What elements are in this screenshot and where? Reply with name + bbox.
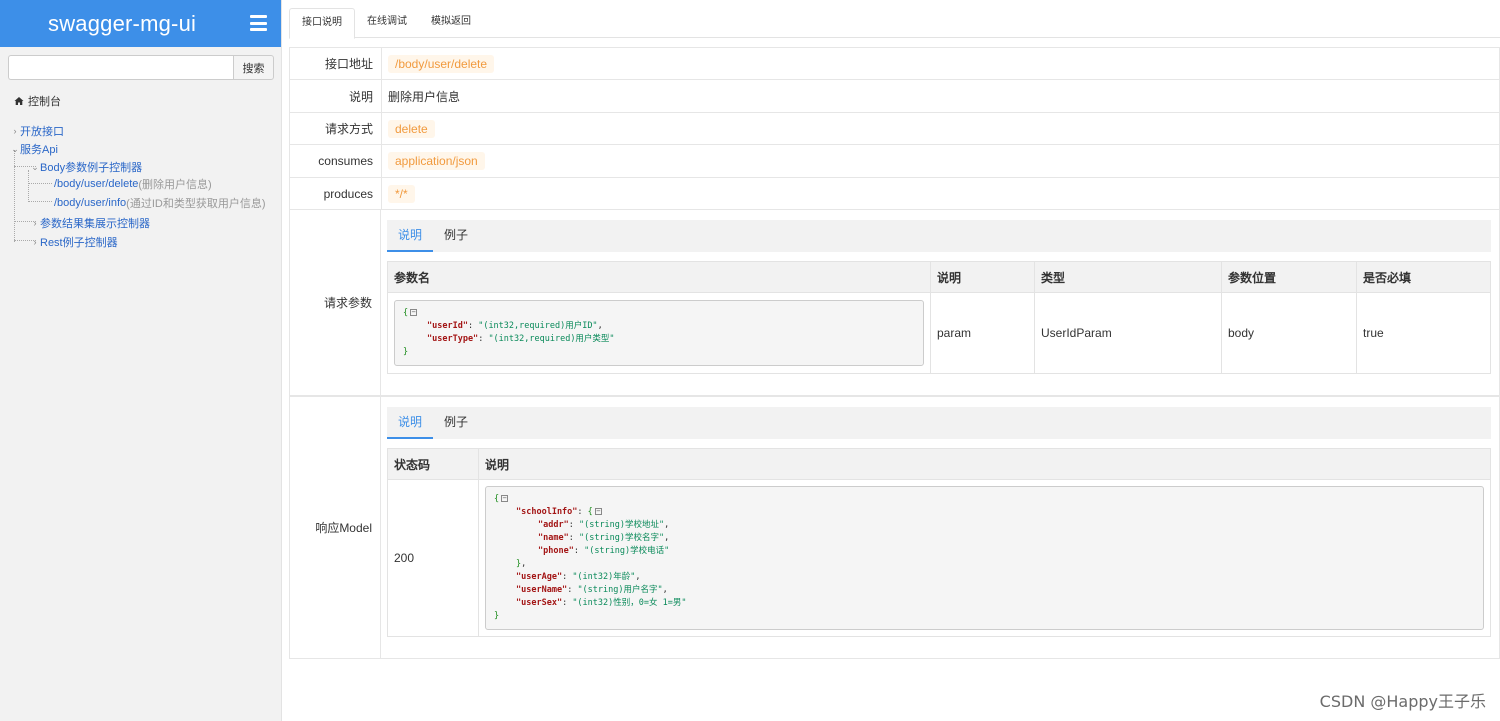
- tree-label[interactable]: Rest例子控制器: [40, 234, 118, 250]
- chevron-down-icon: ⌄: [31, 161, 39, 172]
- col-status-code: 状态码: [387, 448, 479, 480]
- value-consumes: application/json: [388, 152, 485, 170]
- brand-header: swagger-mg-ui: [0, 0, 281, 47]
- col-required: 是否必填: [1356, 261, 1491, 293]
- tree-label[interactable]: Body参数例子控制器: [40, 159, 142, 175]
- table-row: 200 {− "schoolInfo": {− "addr": "(string…: [387, 479, 1491, 637]
- menu-icon[interactable]: [250, 15, 267, 31]
- search-bar: 搜索: [8, 55, 274, 80]
- api-doc-table: 接口地址 /body/user/delete 说明 删除用户信息 请求方式 de…: [289, 47, 1500, 659]
- tree-item-open-api[interactable]: › 开放接口: [10, 123, 65, 139]
- value-produces: */*: [388, 184, 415, 203]
- request-subtabs: 说明 例子: [387, 220, 1491, 252]
- tree-label[interactable]: /body/user/delete: [54, 178, 138, 190]
- tab-req-desc[interactable]: 说明: [387, 220, 434, 252]
- label-produces: produces: [290, 178, 382, 209]
- tab-mock[interactable]: 模拟返回: [419, 8, 483, 38]
- request-params-table: 参数名 说明 类型 参数位置 是否必填 {− "userId": "(int32…: [387, 261, 1491, 374]
- tree-label[interactable]: 服务Api: [20, 141, 58, 157]
- row-consumes: consumes application/json: [290, 145, 1499, 178]
- label-request-params: 请求参数: [290, 210, 381, 395]
- tree-item-info[interactable]: /body/user/info (通过ID和类型获取用户信息): [54, 195, 265, 211]
- row-request-params: 请求参数 说明 例子 参数名 说明 类型 参数位置 是否必填 {− "user…: [290, 210, 1499, 396]
- table-row: {− "userId": "(int32,required)用户ID", "us…: [387, 292, 1491, 374]
- tree-item-result-controller[interactable]: › 参数结果集展示控制器: [30, 215, 151, 231]
- cell-required: true: [1356, 292, 1491, 374]
- dashboard-label: 控制台: [28, 96, 61, 108]
- chevron-right-icon: ›: [33, 237, 37, 247]
- cell-type: UserIdParam: [1034, 292, 1222, 374]
- col-resp-desc: 说明: [478, 448, 1491, 480]
- collapse-icon[interactable]: −: [501, 495, 509, 502]
- sidebar: swagger-mg-ui 搜索 控制台 › 开放接口 ⌄ 服务Api ⌄ Bo…: [0, 0, 282, 721]
- row-address: 接口地址 /body/user/delete: [290, 48, 1499, 80]
- col-position: 参数位置: [1221, 261, 1357, 293]
- request-json: {− "userId": "(int32,required)用户ID", "us…: [394, 300, 924, 366]
- search-button[interactable]: 搜索: [233, 55, 274, 80]
- row-produces: produces */*: [290, 178, 1499, 210]
- col-param-name: 参数名: [387, 261, 931, 293]
- row-desc: 说明 删除用户信息: [290, 80, 1499, 113]
- label-method: 请求方式: [290, 113, 382, 144]
- brand-title: swagger-mg-ui: [48, 10, 197, 36]
- tree-item-service-api[interactable]: ⌄ 服务Api: [10, 141, 58, 157]
- response-subtabs: 说明 例子: [387, 407, 1491, 439]
- cell-position: body: [1221, 292, 1357, 374]
- label-consumes: consumes: [290, 145, 382, 177]
- tree-label[interactable]: /body/user/info: [54, 197, 126, 209]
- tree-desc: (删除用户信息): [138, 179, 212, 191]
- value-desc: 删除用户信息: [388, 89, 461, 104]
- cell-status-code: 200: [387, 479, 479, 637]
- tree-desc: (通过ID和类型获取用户信息): [126, 198, 266, 210]
- search-input[interactable]: [8, 55, 233, 80]
- chevron-right-icon: ›: [33, 218, 37, 228]
- response-table: 状态码 说明 200 {− "schoolInfo": {− "addr": "…: [387, 448, 1491, 637]
- tree-item-rest-controller[interactable]: › Rest例子控制器: [30, 234, 118, 250]
- tab-doc[interactable]: 接口说明: [289, 8, 355, 39]
- main-content: 接口说明 在线调试 模拟返回 接口地址 /body/user/delete 说明…: [289, 8, 1500, 659]
- top-tabs: 接口说明 在线调试 模拟返回: [289, 8, 1500, 39]
- home-icon: [14, 97, 24, 105]
- label-desc: 说明: [290, 80, 382, 112]
- tree-item-delete[interactable]: /body/user/delete (删除用户信息): [54, 176, 212, 192]
- row-method: 请求方式 delete: [290, 113, 1499, 145]
- cell-desc: param: [930, 292, 1035, 374]
- tree-label[interactable]: 参数结果集展示控制器: [40, 215, 150, 231]
- response-json: {− "schoolInfo": {− "addr": "(string)学校地…: [485, 486, 1484, 630]
- label-address: 接口地址: [290, 48, 382, 79]
- tab-resp-desc[interactable]: 说明: [387, 407, 434, 439]
- collapse-icon[interactable]: −: [410, 309, 418, 316]
- chevron-down-icon: ⌄: [11, 143, 19, 154]
- chevron-right-icon: ›: [13, 126, 17, 136]
- col-desc: 说明: [930, 261, 1035, 293]
- watermark: CSDN @Happy王子乐: [1319, 692, 1486, 711]
- row-response-model: 响应Model 说明 例子 状态码 说明 200 {− "schoolInfo"…: [290, 396, 1499, 658]
- col-type: 类型: [1034, 261, 1222, 293]
- value-address: /body/user/delete: [388, 54, 495, 73]
- tree-label[interactable]: 开放接口: [20, 123, 64, 139]
- tab-req-example[interactable]: 例子: [433, 220, 479, 252]
- tab-resp-example[interactable]: 例子: [433, 407, 479, 439]
- collapse-icon[interactable]: −: [594, 508, 602, 515]
- tab-debug[interactable]: 在线调试: [355, 8, 419, 38]
- tree-item-body-controller[interactable]: ⌄ Body参数例子控制器: [30, 159, 142, 175]
- label-response-model: 响应Model: [290, 397, 381, 658]
- value-method: delete: [388, 119, 435, 138]
- dashboard-link[interactable]: 控制台: [14, 93, 61, 109]
